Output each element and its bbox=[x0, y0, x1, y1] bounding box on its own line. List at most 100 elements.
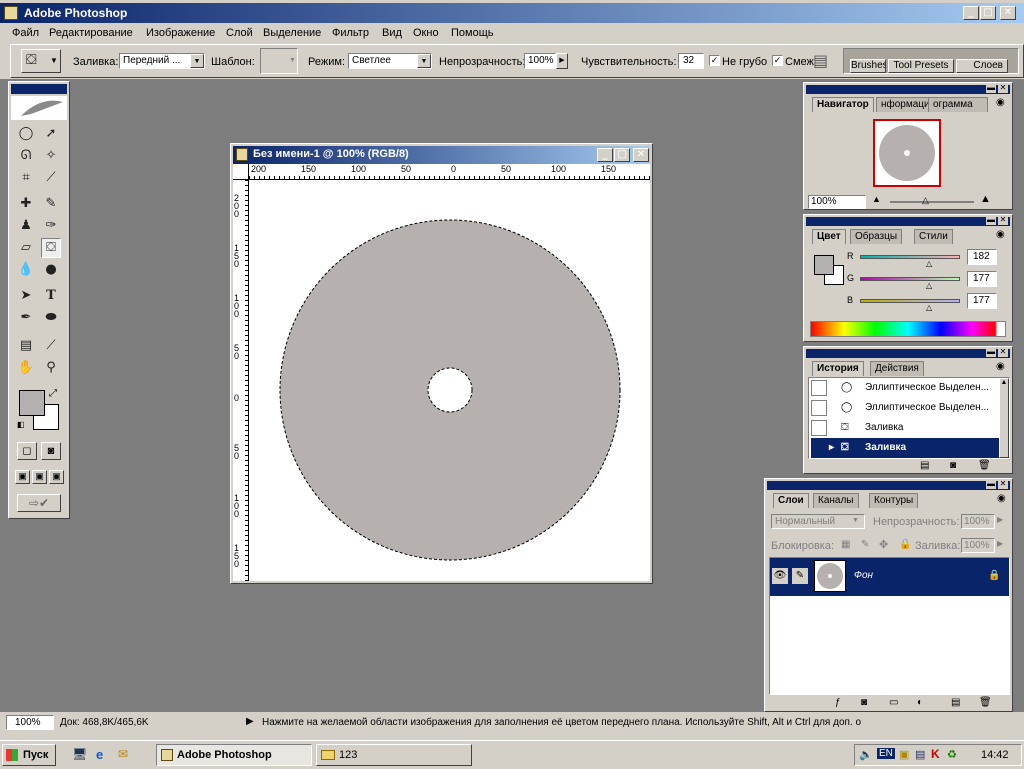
green-value-input[interactable]: 177 bbox=[967, 271, 997, 287]
panel-menu-icon[interactable]: ◉ bbox=[996, 97, 1005, 108]
antialias-checkbox[interactable]: ✓ bbox=[709, 55, 720, 66]
lock-position-icon[interactable]: ✥ bbox=[879, 538, 888, 551]
menu-layer[interactable]: Слой bbox=[226, 27, 253, 39]
adobe-online-logo[interactable] bbox=[11, 96, 67, 120]
move-tool-icon[interactable]: ➚ bbox=[41, 124, 61, 144]
paint-bucket-icon[interactable]: ⛋ bbox=[41, 238, 61, 258]
layer-fill-input[interactable]: 100% bbox=[961, 538, 995, 553]
panel-minimize-icon[interactable]: ▬ bbox=[986, 479, 996, 489]
layer-opacity-arrow-icon[interactable]: ▶ bbox=[997, 515, 1003, 524]
tray-network-icon[interactable]: ▣ bbox=[899, 748, 909, 761]
default-colors-icon[interactable]: ◧ bbox=[17, 420, 25, 429]
tab-channels[interactable]: Каналы bbox=[813, 493, 859, 508]
tray-monitor-icon[interactable]: ▤ bbox=[915, 748, 925, 761]
hand-tool-icon[interactable]: ✋ bbox=[16, 358, 36, 378]
speaker-icon[interactable]: 🔈 bbox=[859, 748, 873, 761]
taskbar-button-photoshop[interactable]: Adobe Photoshop bbox=[156, 744, 312, 766]
navigator-zoom-input[interactable]: 100% bbox=[808, 195, 866, 209]
tray-app-icon[interactable]: ♻ bbox=[947, 748, 957, 761]
new-layer-icon[interactable]: ▤ bbox=[951, 697, 960, 708]
navigator-preview[interactable] bbox=[873, 119, 941, 187]
layer-fill-arrow-icon[interactable]: ▶ bbox=[997, 539, 1003, 548]
zoom-in-icon[interactable]: ▲ bbox=[980, 193, 991, 205]
tab-swatches[interactable]: Образцы bbox=[850, 229, 903, 244]
menu-select[interactable]: Выделение bbox=[263, 27, 321, 39]
slice-tool-icon[interactable]: ⟋ bbox=[41, 168, 61, 188]
panel-close-icon[interactable]: ✕ bbox=[998, 83, 1008, 93]
lock-all-icon[interactable]: 🔒 bbox=[899, 539, 911, 550]
file-browser-icon[interactable]: ▤ bbox=[813, 51, 828, 70]
screen-mode-full-menu[interactable]: ▣ bbox=[32, 470, 47, 484]
doc-maximize-button[interactable]: □ bbox=[614, 148, 630, 162]
eyedropper-icon[interactable]: ⟋ bbox=[41, 336, 61, 356]
toolbox-titlebar[interactable] bbox=[11, 84, 67, 94]
zoom-tool-icon[interactable]: ⚲ bbox=[41, 358, 61, 378]
zoom-out-icon[interactable]: ▲ bbox=[872, 194, 881, 204]
quick-mask-button[interactable]: ◙ bbox=[41, 442, 61, 460]
color-panel-titlebar[interactable]: ▬ ✕ bbox=[806, 215, 1010, 226]
ellipse-shape-icon[interactable]: ⬬ bbox=[41, 308, 61, 328]
panel-menu-icon[interactable]: ◉ bbox=[996, 361, 1005, 372]
navigator-panel-titlebar[interactable]: ▬ ✕ bbox=[806, 83, 1010, 94]
notes-tool-icon[interactable]: ▤ bbox=[16, 336, 36, 356]
path-selection-icon[interactable]: ➤ bbox=[16, 286, 36, 306]
clock[interactable]: 14:42 bbox=[981, 749, 1009, 761]
lang-indicator[interactable]: EN bbox=[877, 748, 895, 759]
panel-minimize-icon[interactable]: ▬ bbox=[986, 347, 996, 357]
clone-stamp-icon[interactable]: ♟ bbox=[16, 216, 36, 236]
tab-history[interactable]: История bbox=[812, 361, 864, 376]
screen-mode-standard[interactable]: ▣ bbox=[15, 470, 30, 484]
slider-thumb-icon[interactable]: △ bbox=[926, 259, 932, 268]
history-item[interactable]: ◯ Эллиптическое Выделен... bbox=[811, 398, 999, 418]
eraser-tool-icon[interactable]: ▱ bbox=[16, 238, 36, 258]
history-item[interactable]: ◯ Эллиптическое Выделен... bbox=[811, 378, 999, 398]
standard-mode-button[interactable]: ◻ bbox=[17, 442, 37, 460]
menu-file[interactable]: Файл bbox=[12, 27, 39, 39]
blue-value-input[interactable]: 177 bbox=[967, 293, 997, 309]
taskbar-button-folder[interactable]: 123 bbox=[316, 744, 472, 766]
menu-help[interactable]: Помощь bbox=[451, 27, 494, 39]
swap-colors-icon[interactable]: ⤢ bbox=[49, 388, 57, 399]
menu-image[interactable]: Изображение bbox=[146, 27, 215, 39]
slider-thumb-icon[interactable]: △ bbox=[922, 195, 929, 206]
well-tab-layers[interactable]: Слоев bbox=[956, 59, 1008, 73]
new-document-from-state-icon[interactable]: ▤ bbox=[920, 460, 929, 471]
history-brush-icon[interactable]: ✑ bbox=[41, 216, 61, 236]
panel-close-icon[interactable]: ✕ bbox=[998, 347, 1008, 357]
doc-close-button[interactable]: ✕ bbox=[633, 148, 649, 162]
slider-thumb-icon[interactable]: △ bbox=[926, 303, 932, 312]
panel-close-icon[interactable]: ✕ bbox=[998, 215, 1008, 225]
tab-color[interactable]: Цвет bbox=[812, 229, 846, 244]
trash-icon[interactable]: 🗑 bbox=[979, 697, 992, 708]
tab-navigator[interactable]: Навигатор bbox=[812, 97, 874, 112]
add-mask-icon[interactable]: ◙ bbox=[861, 697, 867, 708]
tab-histogram[interactable]: ограмма bbox=[928, 97, 988, 112]
layer-opacity-input[interactable]: 100% bbox=[961, 514, 995, 529]
history-scrollbar[interactable]: ▲ bbox=[999, 378, 1009, 458]
history-item[interactable]: ⛋ Заливка bbox=[811, 418, 999, 438]
menu-window[interactable]: Окно bbox=[413, 27, 439, 39]
document-titlebar[interactable]: Без имени-1 @ 100% (RGB/8) _ □ ✕ bbox=[233, 146, 650, 164]
maximize-button[interactable]: □ bbox=[980, 6, 996, 20]
red-slider-track[interactable] bbox=[860, 255, 960, 259]
pen-tool-icon[interactable]: ✒ bbox=[16, 308, 36, 328]
mode-select[interactable]: Светлее ▼ bbox=[348, 53, 432, 69]
layer-row-background[interactable]: 👁 ✎ Фон 🔒 bbox=[770, 558, 1009, 596]
doc-size-info[interactable]: Док: 468,8K/465,6K bbox=[60, 717, 149, 728]
well-tab-brushes[interactable]: Brushes bbox=[850, 59, 886, 73]
blue-slider-track[interactable] bbox=[860, 299, 960, 303]
panel-close-icon[interactable]: ✕ bbox=[998, 479, 1008, 489]
tool-preset-picker[interactable]: ⛋ ▼ bbox=[21, 49, 61, 73]
menu-edit[interactable]: Редактирование bbox=[49, 27, 133, 39]
blend-mode-select[interactable]: Нормальный ▼ bbox=[771, 514, 865, 529]
new-set-icon[interactable]: ▭ bbox=[889, 697, 898, 708]
color-fg-swatch[interactable] bbox=[814, 255, 834, 275]
adjustment-layer-icon[interactable]: ◐ bbox=[917, 697, 923, 708]
panel-menu-icon[interactable]: ◉ bbox=[996, 229, 1005, 240]
dodge-tool-icon[interactable]: ● bbox=[41, 260, 61, 280]
start-button[interactable]: Пуск bbox=[2, 744, 56, 766]
screen-mode-full[interactable]: ▣ bbox=[49, 470, 64, 484]
menu-view[interactable]: Вид bbox=[382, 27, 402, 39]
lock-image-icon[interactable]: ✎ bbox=[861, 539, 869, 550]
history-panel-titlebar[interactable]: ▬ ✕ bbox=[806, 347, 1010, 358]
